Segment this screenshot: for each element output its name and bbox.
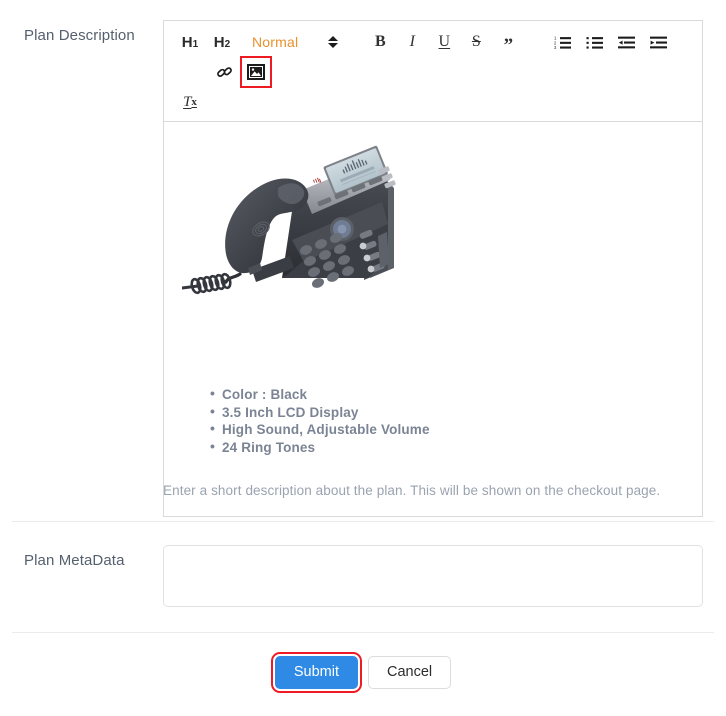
plan-description-label: Plan Description [24,27,135,44]
italic-label: I [409,33,415,50]
blockquote-button[interactable]: ” [495,33,521,59]
list-item: Color : Black [210,385,430,404]
submit-button[interactable]: Submit [274,656,358,689]
ordered-list-button[interactable]: 1 2 3 [549,29,575,55]
cancel-button[interactable]: Cancel [368,656,452,689]
heading-2-sub: 2 [224,39,231,50]
rich-text-editor: H1 H2 Normal B I U S ” 1 2 3 T x • Color… [163,20,703,517]
plan-product-image [182,145,396,295]
plan-description-row: Plan Description H1 H2 Normal B I U S ” … [0,0,726,521]
indent-button[interactable] [645,29,671,55]
bold-label: B [374,33,386,50]
heading-2-button[interactable]: H2 [209,29,235,55]
font-size-picker-value: Normal [252,34,299,50]
clear-formatting-sub: x [191,95,197,108]
link-icon [216,66,232,77]
heading-1-button[interactable]: H1 [177,29,203,55]
svg-text:3: 3 [554,45,557,50]
bullet-list-icon [586,36,603,49]
italic-button[interactable]: I [399,29,425,55]
list-item: 3.5 Inch LCD Display [210,403,430,422]
plan-metadata-label: Plan MetaData [24,552,125,569]
outdent-button[interactable] [613,29,639,55]
clear-formatting-label: T [183,93,192,110]
heading-1-sub: 1 [192,39,199,50]
stepper-arrows-icon [328,36,339,48]
plan-metadata-input[interactable] [163,545,703,607]
plan-description-help-text: Enter a short description about the plan… [163,483,661,498]
link-button[interactable] [211,59,237,85]
editor-content-area[interactable]: Color : Black 3.5 Inch LCD Display High … [163,121,703,517]
outdent-icon [617,36,635,48]
form-actions: Submit Cancel [0,652,726,693]
heading-2-label: H [213,33,225,51]
clear-formatting-button[interactable]: Tx [177,89,203,115]
blockquote-label: ” [503,35,514,56]
plan-form-page: Plan Description H1 H2 Normal B I U S ” … [0,0,726,716]
heading-1-label: H [181,33,193,51]
font-size-picker[interactable]: Normal [252,29,339,55]
strikethrough-button[interactable]: S [463,29,489,55]
editor-toolbar: H1 H2 Normal B I U S ” 1 2 3 T x [163,20,703,121]
image-icon [247,64,265,80]
underline-label: U [438,33,451,50]
underline-button[interactable]: U [431,29,457,55]
list-item: 24 Ring Tones [210,438,430,457]
bullet-list-button[interactable] [581,29,607,55]
strikethrough-label: S [471,33,481,50]
ordered-list-icon: 1 2 3 [554,35,571,50]
list-item: High Sound, Adjustable Volume [210,420,430,439]
bold-button[interactable]: B [367,29,393,55]
indent-icon [649,36,667,48]
plan-description-bullet-list: Color : Black 3.5 Inch LCD Display High … [194,385,430,457]
section-divider-bottom [12,632,714,633]
section-divider-top [12,521,714,522]
submit-button-highlight: Submit [270,652,363,693]
insert-image-button[interactable] [240,56,272,88]
